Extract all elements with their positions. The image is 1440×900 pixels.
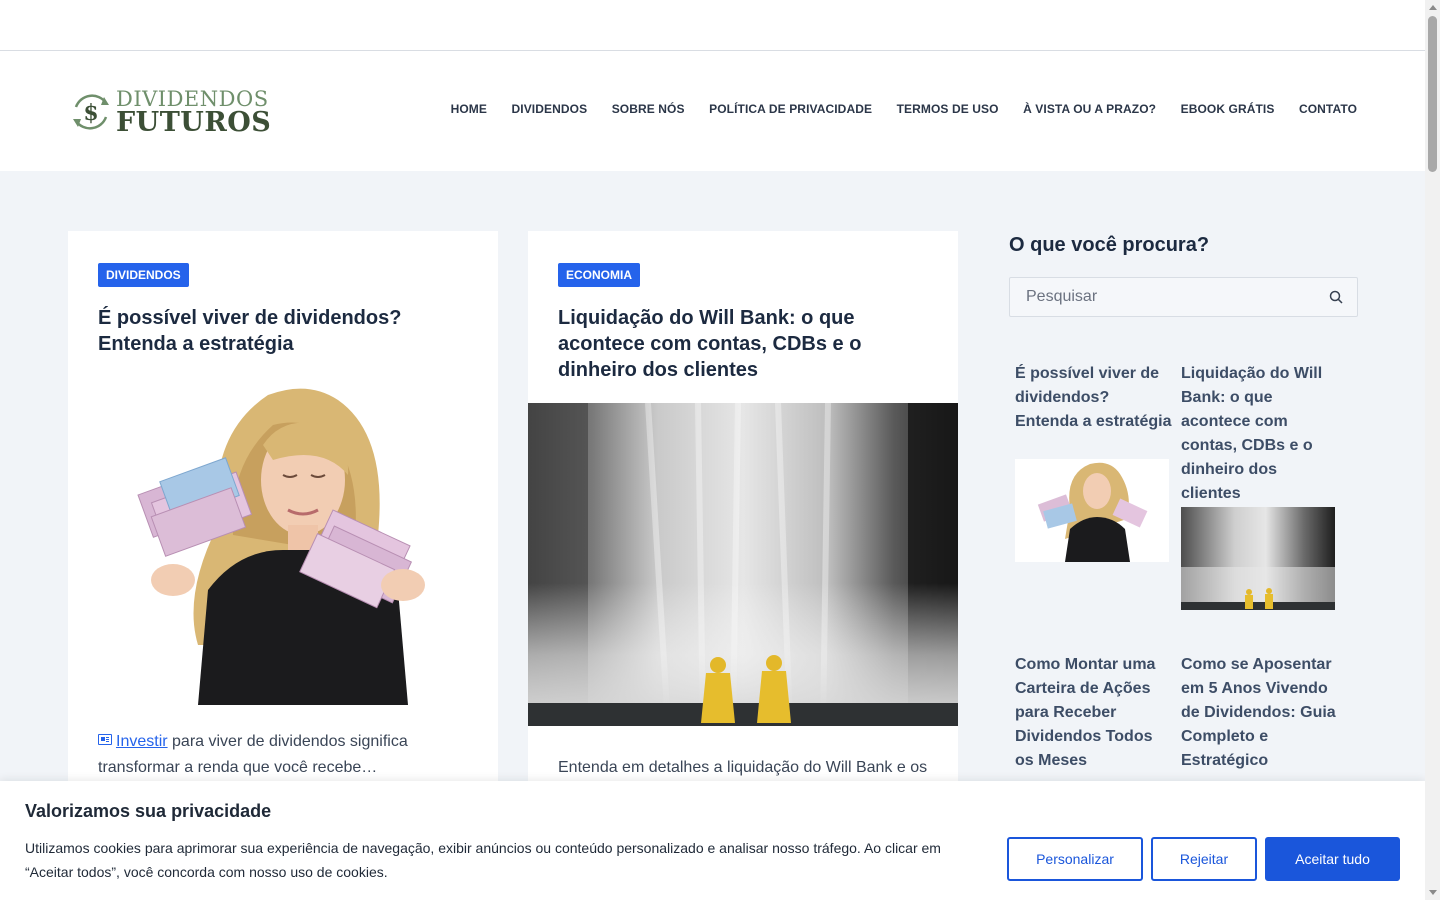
search-icon[interactable] [1329,290,1343,304]
nav-item-politica-privacidade[interactable]: POLÍTICA DE PRIVACIDADE [709,102,872,116]
page-scrollbar[interactable] [1425,0,1440,900]
post-excerpt: Entenda em detalhes a liquidação do Will… [558,759,928,776]
search-input[interactable] [1010,278,1310,315]
customize-button[interactable]: Personalizar [1007,837,1143,881]
post-excerpt: Investir para viver de dividendos signif… [98,729,478,781]
logo-text: DIVIDENDOS FUTUROS [116,88,272,138]
scroll-up-arrow-icon[interactable] [1429,5,1437,10]
nav-item-ebook-gratis[interactable]: EBOOK GRÁTIS [1181,102,1275,116]
site-logo[interactable]: $ DIVIDENDOS FUTUROS [68,86,278,138]
recent-post-thumbnail[interactable] [1015,459,1169,562]
scroll-down-arrow-icon[interactable] [1429,890,1437,895]
site-header: $ DIVIDENDOS FUTUROS HOME DIVIDENDOS SOB… [0,51,1425,171]
nav-item-contato[interactable]: CONTATO [1299,102,1357,116]
recent-post-title[interactable]: Como Montar uma Carteira de Ações para R… [1015,653,1175,773]
recent-post[interactable]: Como se Aposentar em 5 Anos Vivendo de D… [1181,653,1341,773]
post-title[interactable]: É possível viver de dividendos? Entenda … [98,305,478,357]
sidebar-title: O que você procura? [1009,234,1210,256]
post-image-woman-with-money[interactable] [68,375,498,705]
nav-item-a-vista-ou-a-prazo[interactable]: À VISTA OU A PRAZO? [1023,102,1156,116]
nav-item-home[interactable]: HOME [451,102,487,116]
post-title[interactable]: Liquidação do Will Bank: o que acontece … [558,305,938,383]
nav-item-sobre-nos[interactable]: SOBRE NÓS [612,102,685,116]
main-nav: HOME DIVIDENDOS SOBRE NÓS POLÍTICA DE PR… [451,102,1357,116]
post-image-waterfall[interactable] [528,403,958,726]
woman-holding-banknotes-thumbnail [1015,459,1169,562]
category-badge[interactable]: ECONOMIA [558,263,640,287]
waterfall-photo-illustration [528,403,958,726]
nav-item-dividendos[interactable]: DIVIDENDOS [512,102,588,116]
search-box [1009,277,1358,317]
logo-line-2: FUTUROS [116,106,272,138]
recent-post-title[interactable]: Como se Aposentar em 5 Anos Vivendo de D… [1181,653,1341,773]
recent-post-title[interactable]: Liquidação do Will Bank: o que acontece … [1181,362,1341,506]
waterfall-thumbnail [1181,507,1335,610]
document-icon [98,734,112,745]
cookie-consent-banner: Valorizamos sua privacidade Utilizamos c… [0,781,1425,900]
svg-text:$: $ [83,100,98,126]
scroll-thumb[interactable] [1428,16,1437,172]
recent-post[interactable]: É possível viver de dividendos? Entenda … [1015,362,1175,434]
cookie-text: Utilizamos cookies para aprimorar sua ex… [25,840,941,880]
post-card: DIVIDENDOS É possível viver de dividendo… [68,231,498,791]
cookie-title: Valorizamos sua privacidade [25,801,272,821]
nav-item-termos-de-uso[interactable]: TERMOS DE USO [897,102,999,116]
post-card: ECONOMIA Liquidação do Will Bank: o que … [528,231,958,791]
woman-holding-banknotes-illustration [68,375,498,705]
reject-button[interactable]: Rejeitar [1151,837,1257,881]
dollar-emblem-icon: $ [73,94,109,130]
category-badge[interactable]: DIVIDENDOS [98,263,189,287]
recent-post-thumbnail[interactable] [1181,507,1335,610]
recent-post[interactable]: Liquidação do Will Bank: o que acontece … [1181,362,1341,506]
excerpt-link-investir[interactable]: Investir [116,733,168,750]
top-bar [0,0,1425,51]
accept-all-button[interactable]: Aceitar tudo [1265,837,1400,881]
recent-post-title[interactable]: É possível viver de dividendos? Entenda … [1015,362,1175,434]
recent-post[interactable]: Como Montar uma Carteira de Ações para R… [1015,653,1175,773]
